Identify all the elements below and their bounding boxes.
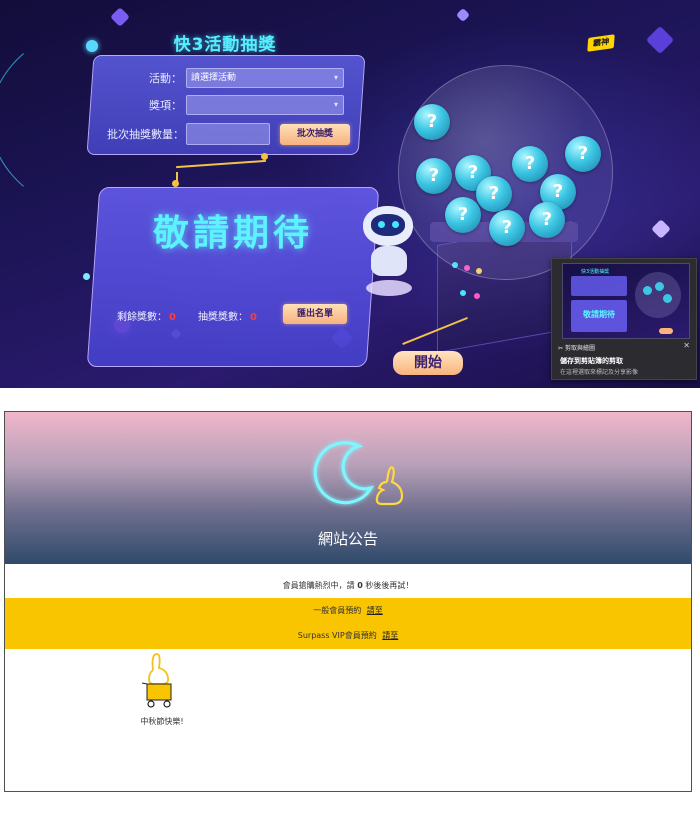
connector-dot <box>172 180 179 187</box>
chevron-down-icon: ▾ <box>333 73 338 82</box>
snip-message: 在這裡選取來標記及分享影像 <box>560 369 639 376</box>
robot-visor <box>371 214 405 236</box>
vip-member-reservation: Surpass VIP會員預約 請至 <box>5 630 691 641</box>
thumb-form <box>571 276 627 296</box>
mystery-ball: ? <box>416 158 452 194</box>
robot-body <box>371 246 407 276</box>
batch-draw-button[interactable]: 批次抽獎 <box>280 124 350 145</box>
robot-eye <box>392 221 399 228</box>
mystery-ball: ? <box>414 104 450 140</box>
announcement-title: 網站公告 <box>317 530 378 548</box>
close-icon[interactable]: ✕ <box>683 341 690 350</box>
activity-select-value: 請選擇活動 <box>191 73 237 83</box>
thumb-ball <box>655 282 664 291</box>
draw-result-display: 敬請期待 <box>152 213 313 254</box>
thumb-dome <box>635 272 681 318</box>
busy-message: 會員搶購熱烈中，請 0 秒後後再試！ <box>5 580 691 591</box>
start-draw-button[interactable]: 開始 <box>393 351 463 375</box>
export-list-button[interactable]: 匯出名單 <box>283 304 347 324</box>
prize-label: 獎項： <box>149 99 182 112</box>
snip-app-name: ✂ 剪取與繪圖 <box>558 343 595 352</box>
scissors-icon: ✂ <box>558 345 564 352</box>
chevron-down-icon: ▾ <box>333 100 338 109</box>
mystery-ball: ? <box>489 210 525 246</box>
gem-decoration <box>651 219 671 239</box>
general-reservation-label: 一般會員預約 <box>313 606 362 615</box>
activity-select[interactable]: 請選擇活動 ▾ <box>186 68 344 88</box>
drawn-prizes: 抽獎獎數： 0 <box>198 308 257 323</box>
busy-countdown: 0 <box>357 581 363 590</box>
festival-greeting: 中秋節快樂! <box>140 717 184 726</box>
vip-reservation-label: Surpass VIP會員預約 <box>297 631 377 640</box>
general-member-reservation: 一般會員預約 請至 <box>5 605 691 616</box>
lottery-screen: 快3活動抽獎 霸神 活動： 請選擇活動 ▾ 獎項： ▾ 批次抽獎數量： 批次抽獎… <box>0 0 700 388</box>
snip-app-label: 剪取與繪圖 <box>564 345 595 352</box>
gem-decoration <box>645 25 675 55</box>
batch-quantity-input[interactable] <box>186 123 270 145</box>
thumb-ball <box>643 286 652 295</box>
busy-message-prefix: 會員搶購熱烈中，請 <box>282 581 355 590</box>
mystery-ball: ? <box>476 176 512 212</box>
machine-light <box>474 293 480 299</box>
remaining-prizes-label: 剩餘獎數： <box>117 312 167 323</box>
general-reservation-link[interactable]: 請至 <box>367 606 383 615</box>
moon-icon <box>313 441 404 506</box>
activity-label: 活動： <box>149 72 182 85</box>
orb-decoration <box>83 273 90 280</box>
mystery-ball: ? <box>445 197 481 233</box>
connector-dot <box>261 153 268 160</box>
announcement-header: 網站公告 <box>5 412 691 564</box>
rabbit-cart-icon <box>141 653 172 708</box>
robot-eye <box>378 221 385 228</box>
thumb-title: 快3活動抽獎 <box>581 269 610 275</box>
batch-quantity-label: 批次抽獎數量： <box>107 128 184 141</box>
brand-logo: 霸神 <box>587 34 615 52</box>
prize-select[interactable]: ▾ <box>186 95 344 115</box>
machine-light <box>460 290 466 296</box>
drawn-prizes-value: 0 <box>250 312 257 323</box>
snip-thumbnail[interactable]: 快3活動抽獎 敬請期待 <box>562 263 690 339</box>
drawn-prizes-label: 抽獎獎數： <box>198 312 248 323</box>
busy-message-suffix: 秒後後再試！ <box>365 581 414 590</box>
mystery-ball: ? <box>529 202 565 238</box>
remaining-prizes: 剩餘獎數： 0 <box>117 308 176 323</box>
snip-title: 儲存到剪貼簿的剪取 <box>560 357 623 365</box>
lottery-title: 快3活動抽獎 <box>173 35 277 55</box>
orb-decoration <box>86 40 98 52</box>
mystery-ball: ? <box>565 136 601 172</box>
thumb-button <box>659 328 673 334</box>
remaining-prizes-value: 0 <box>169 312 176 323</box>
mystery-ball: ? <box>512 146 548 182</box>
thumb-result-text: 敬請期待 <box>583 310 615 319</box>
site-announcement: 網站公告 會員搶購熱烈中，請 0 秒後後再試！ 一般會員預約 請至 Surpas… <box>4 411 692 792</box>
snip-notification[interactable]: 快3活動抽獎 敬請期待 ✂ 剪取與繪圖 ✕ 儲存到剪貼簿的剪取 在這裡選取來標記… <box>551 258 697 380</box>
rabbit-icon <box>375 466 404 506</box>
vip-reservation-link[interactable]: 請至 <box>382 631 398 640</box>
robot-pedestal <box>366 280 412 296</box>
thumb-ball <box>663 294 672 303</box>
